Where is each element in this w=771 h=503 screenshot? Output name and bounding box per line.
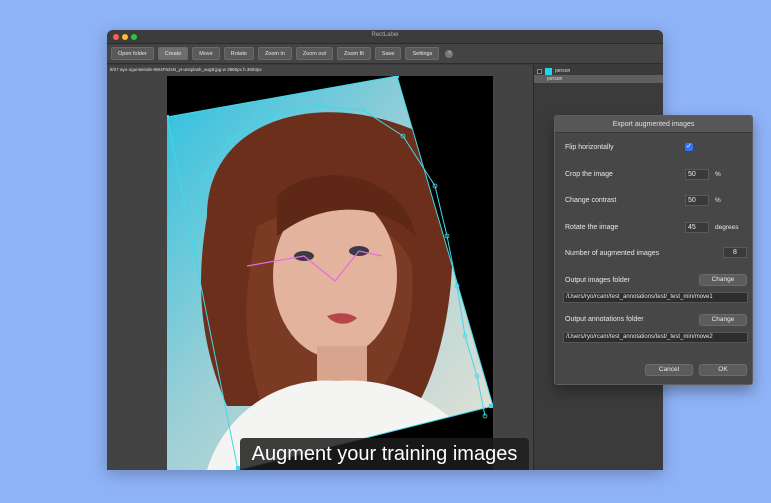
augmented-count-label: Number of augmented images bbox=[565, 250, 660, 257]
flip-horizontally-checkbox[interactable]: ✓ bbox=[685, 143, 693, 151]
output-annotations-folder-path[interactable]: /Users/ryo/rcam/test_annotations/test/_t… bbox=[563, 332, 748, 343]
move-button[interactable]: Move bbox=[192, 47, 220, 60]
label-color-swatch bbox=[545, 67, 552, 75]
title-bar: RectLabel bbox=[107, 30, 663, 44]
save-button[interactable]: Save bbox=[374, 47, 402, 60]
change-annotations-folder-button[interactable]: Change bbox=[699, 314, 747, 326]
caption-banner: Augment your training images bbox=[240, 438, 529, 470]
change-images-folder-button[interactable]: Change bbox=[699, 274, 747, 286]
annotated-photo[interactable] bbox=[167, 76, 493, 470]
label-name: person bbox=[555, 68, 571, 74]
photo-content bbox=[167, 76, 493, 470]
create-button[interactable]: Create bbox=[157, 47, 189, 60]
zoom-fit-button[interactable]: Zoom fit bbox=[337, 47, 371, 60]
label-list-item[interactable]: person bbox=[534, 67, 663, 75]
label-list-item[interactable]: person bbox=[534, 75, 663, 83]
image-file-info: 8/27 ayo-ogunseinde-6W4F62sN_yI-unsplash… bbox=[110, 67, 262, 72]
augmented-count-input[interactable]: 8 bbox=[723, 247, 747, 258]
output-images-folder-path[interactable]: /Users/ryo/rcam/test_annotations/test/_t… bbox=[563, 292, 748, 303]
cancel-button[interactable]: Cancel bbox=[645, 364, 693, 376]
rotate-unit: degrees bbox=[715, 224, 739, 231]
contrast-percent-input[interactable]: 50 bbox=[685, 195, 709, 206]
crop-unit: % bbox=[715, 171, 721, 178]
settings-button[interactable]: Settings bbox=[405, 47, 440, 60]
crop-percent-input[interactable]: 50 bbox=[685, 169, 709, 180]
image-canvas-area[interactable]: 8/27 ayo-ogunseinde-6W4F62sN_yI-unsplash… bbox=[107, 65, 533, 470]
ok-button[interactable]: OK bbox=[699, 364, 747, 376]
crop-image-label: Crop the image bbox=[565, 171, 613, 178]
help-icon[interactable]: ? bbox=[445, 49, 454, 58]
label-visibility-checkbox[interactable] bbox=[537, 68, 542, 74]
contrast-unit: % bbox=[715, 197, 721, 204]
change-contrast-label: Change contrast bbox=[565, 197, 617, 204]
rotate-degrees-input[interactable]: 45 bbox=[685, 222, 709, 233]
output-annotations-folder-label: Output annotations folder bbox=[565, 316, 644, 323]
output-images-folder-label: Output images folder bbox=[565, 277, 630, 284]
zoom-out-button[interactable]: Zoom out bbox=[295, 47, 334, 60]
export-augmented-images-dialog: Export augmented images Flip horizontall… bbox=[554, 115, 753, 385]
flip-horizontally-label: Flip horizontally bbox=[565, 144, 614, 151]
open-folder-button[interactable]: Open folder bbox=[111, 47, 154, 60]
toolbar: Open folder Create Move Rotate Zoom in Z… bbox=[107, 44, 663, 64]
window-title: RectLabel bbox=[371, 32, 399, 38]
label-name: person bbox=[547, 76, 563, 82]
zoom-in-button[interactable]: Zoom in bbox=[257, 47, 292, 60]
dialog-title: Export augmented images bbox=[555, 116, 752, 133]
rotate-button[interactable]: Rotate bbox=[223, 47, 254, 60]
rotate-image-label: Rotate the image bbox=[565, 224, 619, 231]
